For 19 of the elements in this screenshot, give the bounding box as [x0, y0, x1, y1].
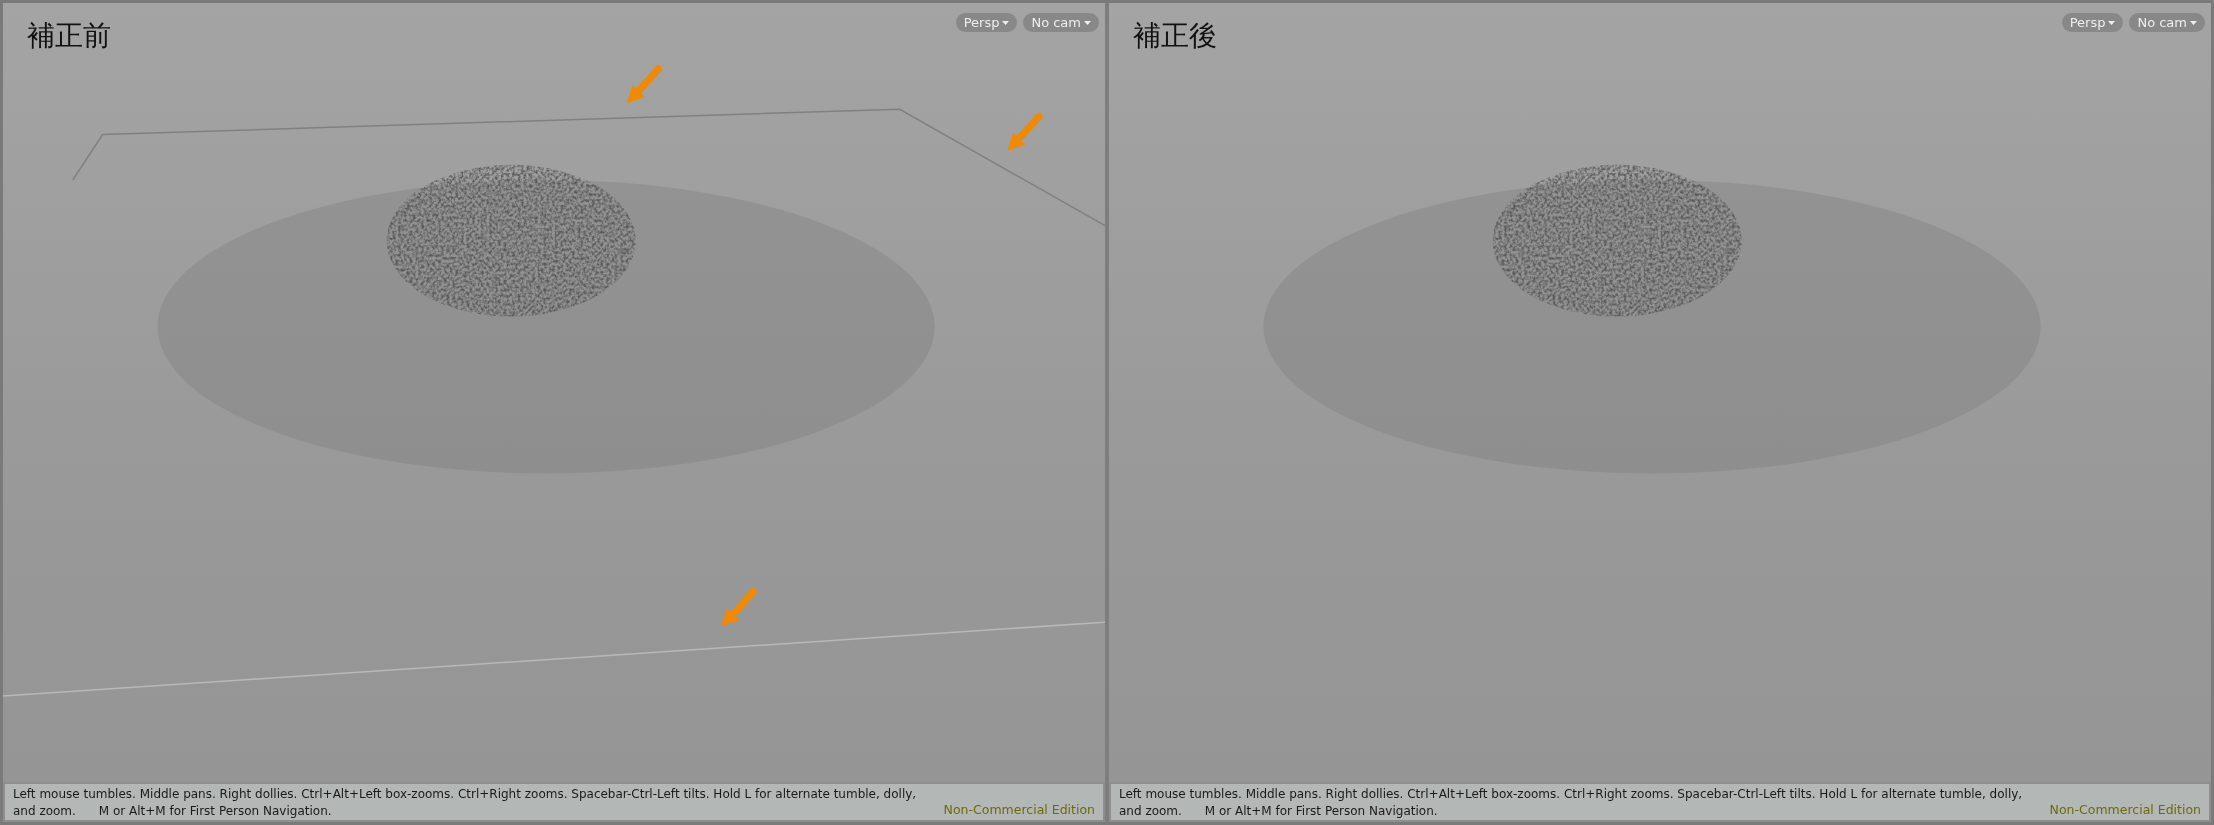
arrow-icon [626, 65, 663, 104]
view-menu-button[interactable]: No cam [2129, 13, 2205, 32]
navigation-hint: Left mouse tumbles. Middle pans. Right dollies. Ctrl+Alt+Left box-zooms. Ctrl+Right zooms. Spacebar-Ctrl-Left tilts. Hold L for alternate tumble, dolly, and zoom. M or Alt+M for First Person Navigation. [13, 786, 918, 818]
caret-icon [2190, 20, 2197, 25]
viewport-canvas[interactable]: 補正前 Persp No cam [3, 3, 1105, 782]
view-menu-button[interactable]: Persp [2061, 13, 2124, 32]
view-menu-button[interactable]: No cam [1023, 13, 1099, 32]
viewport-label: 補正後 [1133, 18, 1217, 54]
view-menu-button[interactable]: Persp [955, 13, 1018, 32]
viewport-label: 補正前 [27, 18, 111, 54]
arrow-icon [1007, 112, 1043, 151]
edition-label: Non-Commercial Edition [943, 801, 1095, 818]
viewport-canvas[interactable]: 補正後 Persp No cam [1109, 3, 2211, 782]
caret-icon [1084, 20, 1091, 25]
edition-label: Non-Commercial Edition [2049, 801, 2201, 818]
arrow-icon [721, 588, 757, 627]
caret-icon [1002, 20, 1010, 25]
caret-icon [2108, 20, 2116, 25]
navigation-hint: Left mouse tumbles. Middle pans. Right dollies. Ctrl+Alt+Left box-zooms. Ctrl+Right zooms. Spacebar-Ctrl-Left tilts. Hold L for alternate tumble, dolly, and zoom. M or Alt+M for First Person Navigation. [1119, 786, 2024, 818]
